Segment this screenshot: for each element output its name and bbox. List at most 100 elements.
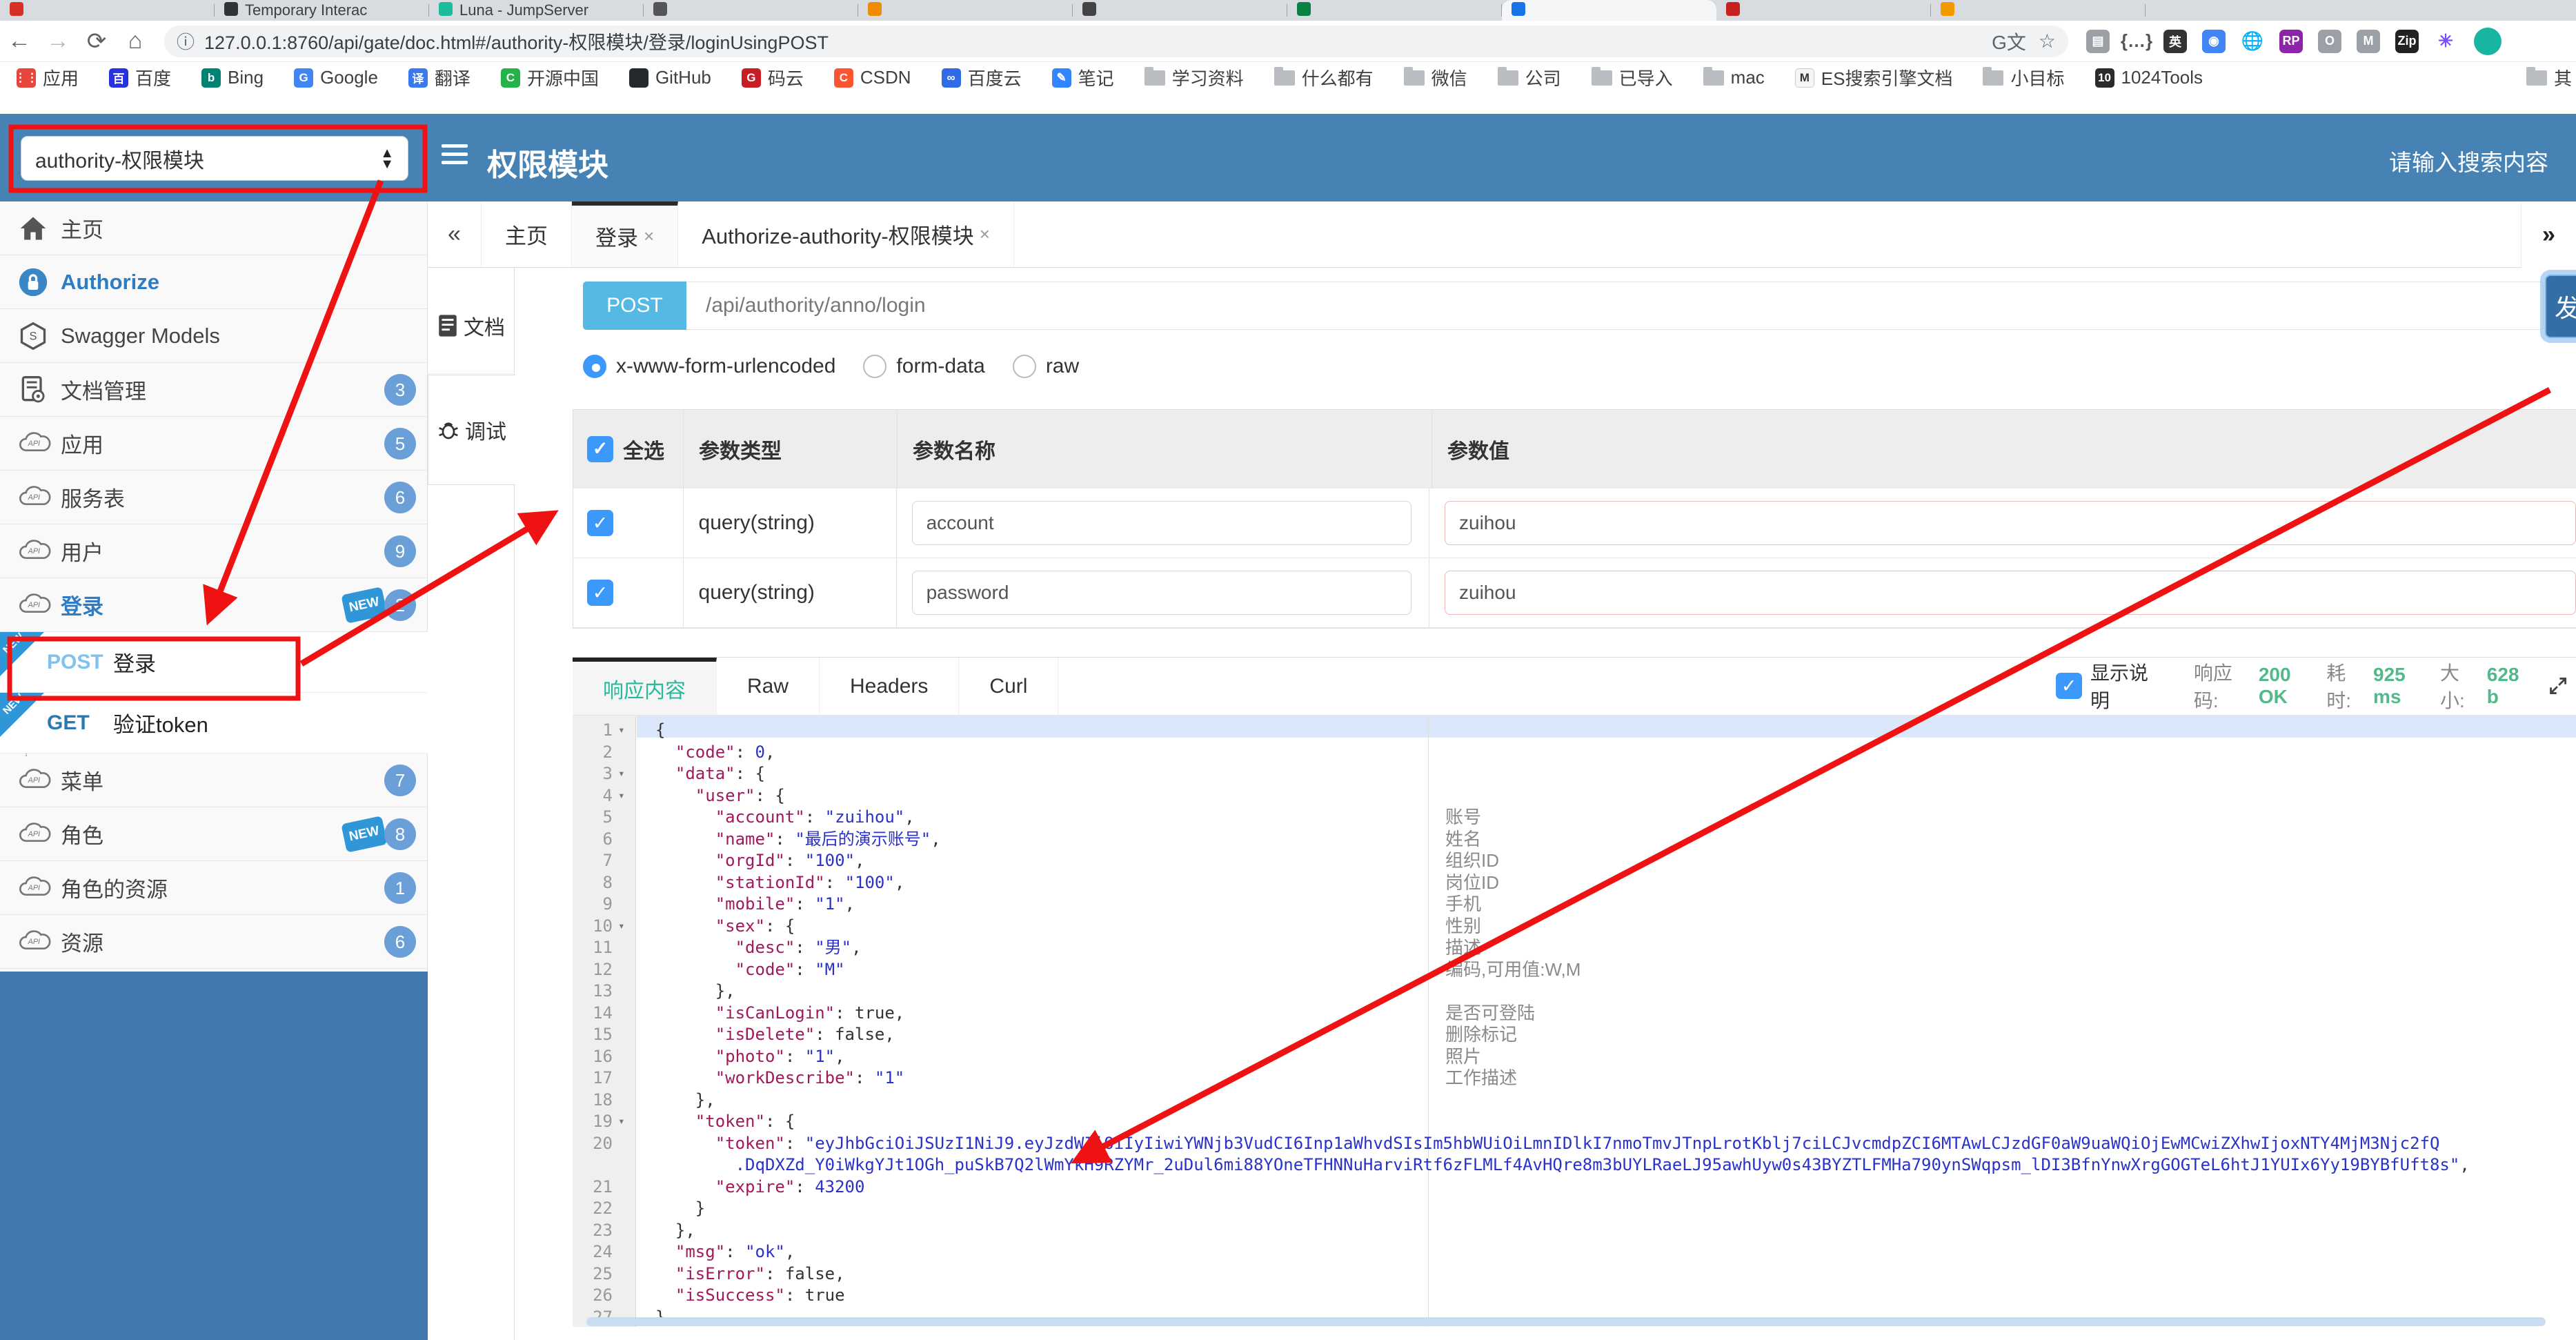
browser-tab[interactable] bbox=[858, 0, 1073, 21]
param-checkbox[interactable]: ✓ bbox=[587, 580, 613, 606]
translate-en-icon[interactable]: 英 bbox=[2163, 29, 2187, 53]
shield-icon[interactable]: M bbox=[2357, 29, 2380, 53]
sidebar-item-角色[interactable]: API 角色 NEW 8 bbox=[0, 807, 428, 861]
bookmark-item[interactable]: 10 1024Tools bbox=[2094, 67, 2203, 88]
close-tab-icon[interactable]: × bbox=[980, 224, 990, 245]
home-icon[interactable]: ⌂ bbox=[116, 28, 155, 55]
bookmark-item[interactable]: 学习资料 bbox=[1144, 65, 1244, 90]
module-select[interactable]: authority-权限模块 ▲ ▼ bbox=[21, 136, 408, 181]
translate-icon[interactable]: G文 bbox=[1992, 28, 2026, 55]
oval-icon[interactable]: O bbox=[2318, 29, 2341, 53]
fold-arrow-icon[interactable]: ▾ bbox=[618, 762, 625, 785]
radio-icon[interactable] bbox=[863, 355, 887, 378]
browser-tab[interactable]: Temporary Interac bbox=[215, 0, 429, 21]
asterisk-icon[interactable]: ✳ bbox=[2434, 30, 2457, 53]
sidebar-item-用户[interactable]: API 用户 9 bbox=[0, 524, 428, 578]
sidebar-op-post-login[interactable]: NEW POST 登录 bbox=[0, 631, 428, 693]
forward-icon[interactable]: → bbox=[39, 28, 77, 55]
fold-arrow-icon[interactable]: ▾ bbox=[618, 785, 625, 807]
response-tab-Curl[interactable]: Curl bbox=[959, 658, 1059, 715]
bookmark-item[interactable]: ∞ 百度云 bbox=[941, 65, 1022, 90]
bookmark-item[interactable]: C 开源中国 bbox=[500, 65, 599, 90]
sidebar-item-Authorize[interactable]: Authorize bbox=[0, 255, 428, 309]
select-all-checkbox[interactable]: ✓ bbox=[587, 435, 613, 462]
body-type-option[interactable]: raw bbox=[1012, 355, 1079, 378]
bookmark-item[interactable]: 小目标 bbox=[1983, 65, 2065, 90]
tabs-expand-right-icon[interactable]: » bbox=[2521, 201, 2576, 268]
sidebar-item-Swagger Models[interactable]: S Swagger Models bbox=[0, 309, 428, 363]
sidebar-item-菜单[interactable]: API 菜单 7 bbox=[0, 753, 428, 807]
fold-arrow-icon[interactable]: ▾ bbox=[618, 915, 625, 937]
bookmark-item[interactable]: 微信 bbox=[1403, 65, 1467, 90]
gitzip-icon[interactable]: Zip bbox=[2395, 29, 2419, 53]
browser-tab[interactable] bbox=[1073, 0, 1287, 21]
sidebar-item-文档管理[interactable]: 文档管理 3 bbox=[0, 363, 428, 417]
sidebar-item-角色的资源[interactable]: API 角色的资源 1 bbox=[0, 861, 428, 915]
bookmark-item[interactable]: ✎ 笔记 bbox=[1051, 65, 1114, 90]
param-name-input[interactable]: account bbox=[911, 501, 1411, 545]
tab-document[interactable]: 文档 bbox=[428, 277, 515, 374]
bookmark-item[interactable]: 公司 bbox=[1497, 65, 1561, 90]
sidebar-item-应用[interactable]: API 应用 5 bbox=[0, 417, 428, 471]
close-tab-icon[interactable]: × bbox=[644, 226, 654, 247]
chrome-icon[interactable]: ◉ bbox=[2202, 29, 2226, 53]
bookmark-item[interactable]: mac bbox=[1703, 66, 1765, 88]
response-tab-响应内容[interactable]: 响应内容 bbox=[573, 658, 717, 715]
bookmark-item[interactable]: G Google bbox=[294, 67, 378, 88]
sidebar-op-get-verify-token[interactable]: NEW GET 验证token bbox=[0, 691, 428, 753]
body-type-option[interactable]: form-data bbox=[863, 355, 985, 378]
bookmark-item[interactable]: M ES搜索引擎文档 bbox=[1794, 65, 1952, 90]
bookmark-item[interactable]: 百百度 bbox=[109, 65, 171, 90]
sidebar-item-资源[interactable]: API 资源 6 bbox=[0, 915, 428, 969]
fullscreen-icon[interactable] bbox=[2548, 676, 2568, 696]
doc-tab-主页[interactable]: 主页 bbox=[482, 201, 572, 267]
bookmark-item[interactable]: GitHub bbox=[628, 67, 711, 88]
bookmark-item[interactable]: G 码云 bbox=[741, 65, 804, 90]
param-value-input[interactable]: zuihou bbox=[1445, 501, 2576, 545]
radio-icon[interactable] bbox=[583, 355, 606, 378]
reload-icon[interactable]: ⟳ bbox=[77, 28, 116, 55]
sidebar-item-主页[interactable]: 主页 bbox=[0, 201, 428, 255]
header-search-input[interactable]: 请输入搜索内容 bbox=[2389, 144, 2548, 177]
browser-tab[interactable] bbox=[0, 0, 215, 21]
rp-icon[interactable]: RP bbox=[2279, 29, 2303, 53]
fold-arrow-icon[interactable]: ▾ bbox=[618, 1110, 625, 1132]
browser-tab[interactable] bbox=[1931, 0, 2146, 21]
globe-icon[interactable]: 🌐 bbox=[2241, 30, 2264, 53]
address-bar[interactable]: ⓘ 127.0.0.1:8760/api/gate/doc.html#/auth… bbox=[164, 25, 2068, 57]
menu-icon[interactable] bbox=[442, 144, 468, 169]
url-text[interactable]: 127.0.0.1:8760/api/gate/doc.html#/author… bbox=[204, 28, 1979, 55]
tabs-collapse-left-icon[interactable]: « bbox=[428, 201, 482, 267]
browser-tab[interactable] bbox=[1287, 0, 1502, 21]
send-button[interactable]: 发送 bbox=[2545, 275, 2576, 338]
show-description-toggle[interactable]: ✓ 显示说明 bbox=[2056, 658, 2161, 713]
bookmark-item[interactable]: 其 bbox=[2526, 65, 2576, 90]
radio-icon[interactable] bbox=[1012, 355, 1036, 378]
param-checkbox[interactable]: ✓ bbox=[587, 510, 613, 536]
sidebar-item-登录[interactable]: API 登录 NEW 2 bbox=[0, 578, 428, 632]
fold-arrow-icon[interactable]: ▾ bbox=[618, 719, 625, 741]
sidebar-item-服务表[interactable]: API 服务表 6 bbox=[0, 471, 428, 524]
notes-extension-icon[interactable]: ▤ bbox=[2086, 29, 2110, 53]
site-info-icon[interactable]: ⓘ bbox=[177, 28, 195, 54]
response-body-editor[interactable]: 1 ▾{2 "code": 0, 3 ▾ "data": {4 ▾ "user": {5… bbox=[573, 715, 2576, 1327]
bookmark-star-icon[interactable]: ☆ bbox=[2039, 30, 2056, 52]
param-name-input[interactable]: password bbox=[911, 571, 1411, 615]
bookmark-item[interactable]: 已导入 bbox=[1591, 65, 1673, 90]
browser-tab[interactable] bbox=[1716, 0, 1931, 21]
back-icon[interactable]: ← bbox=[0, 28, 39, 55]
bookmark-item[interactable]: 译翻译 bbox=[408, 65, 470, 90]
response-tab-Headers[interactable]: Headers bbox=[820, 658, 960, 715]
horizontal-scrollbar[interactable] bbox=[586, 1317, 2546, 1326]
param-value-input[interactable]: zuihou bbox=[1445, 571, 2576, 615]
browser-tab[interactable] bbox=[644, 0, 858, 21]
body-type-option[interactable]: x-www-form-urlencoded bbox=[583, 355, 835, 378]
browser-tab[interactable]: Luna - JumpServer bbox=[429, 0, 644, 21]
bookmark-item[interactable]: ⋮⋮ 应用 bbox=[14, 65, 79, 90]
tab-debug[interactable]: 调试 bbox=[428, 375, 515, 485]
bookmark-item[interactable]: b Bing bbox=[201, 67, 264, 88]
doc-tab-登录[interactable]: 登录 × bbox=[572, 201, 679, 267]
response-tab-Raw[interactable]: Raw bbox=[717, 658, 820, 715]
browser-tab[interactable] bbox=[1502, 0, 1716, 21]
profile-avatar[interactable] bbox=[2474, 27, 2501, 55]
